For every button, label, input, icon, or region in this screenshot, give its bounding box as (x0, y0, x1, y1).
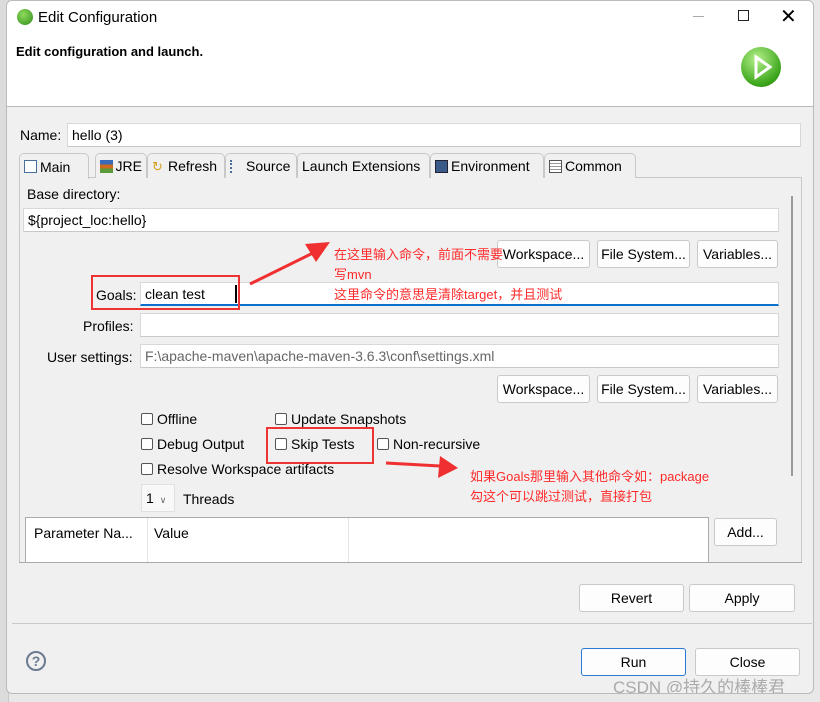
arrow-icon-goals (249, 242, 330, 286)
annotation-skip-line2: 勾这个可以跳过测试，直接打包 (470, 489, 653, 504)
tab-label: Main (40, 158, 71, 175)
arrow-icon-skip (385, 456, 458, 478)
annotation-goals-line1: 在这里输入命令，前面不需要 (334, 247, 504, 262)
annotation-goals-line2: 写mvn (334, 267, 372, 282)
annotation-goals-line3: 这里命令的意思是清除target，并且测试 (334, 287, 563, 302)
annotation-skip-line1: 如果Goals那里输入其他命令如：package (470, 469, 710, 484)
annotation-arrows (249, 242, 458, 478)
main-tab-icon (24, 160, 37, 173)
tab-main[interactable]: Main (19, 153, 89, 179)
